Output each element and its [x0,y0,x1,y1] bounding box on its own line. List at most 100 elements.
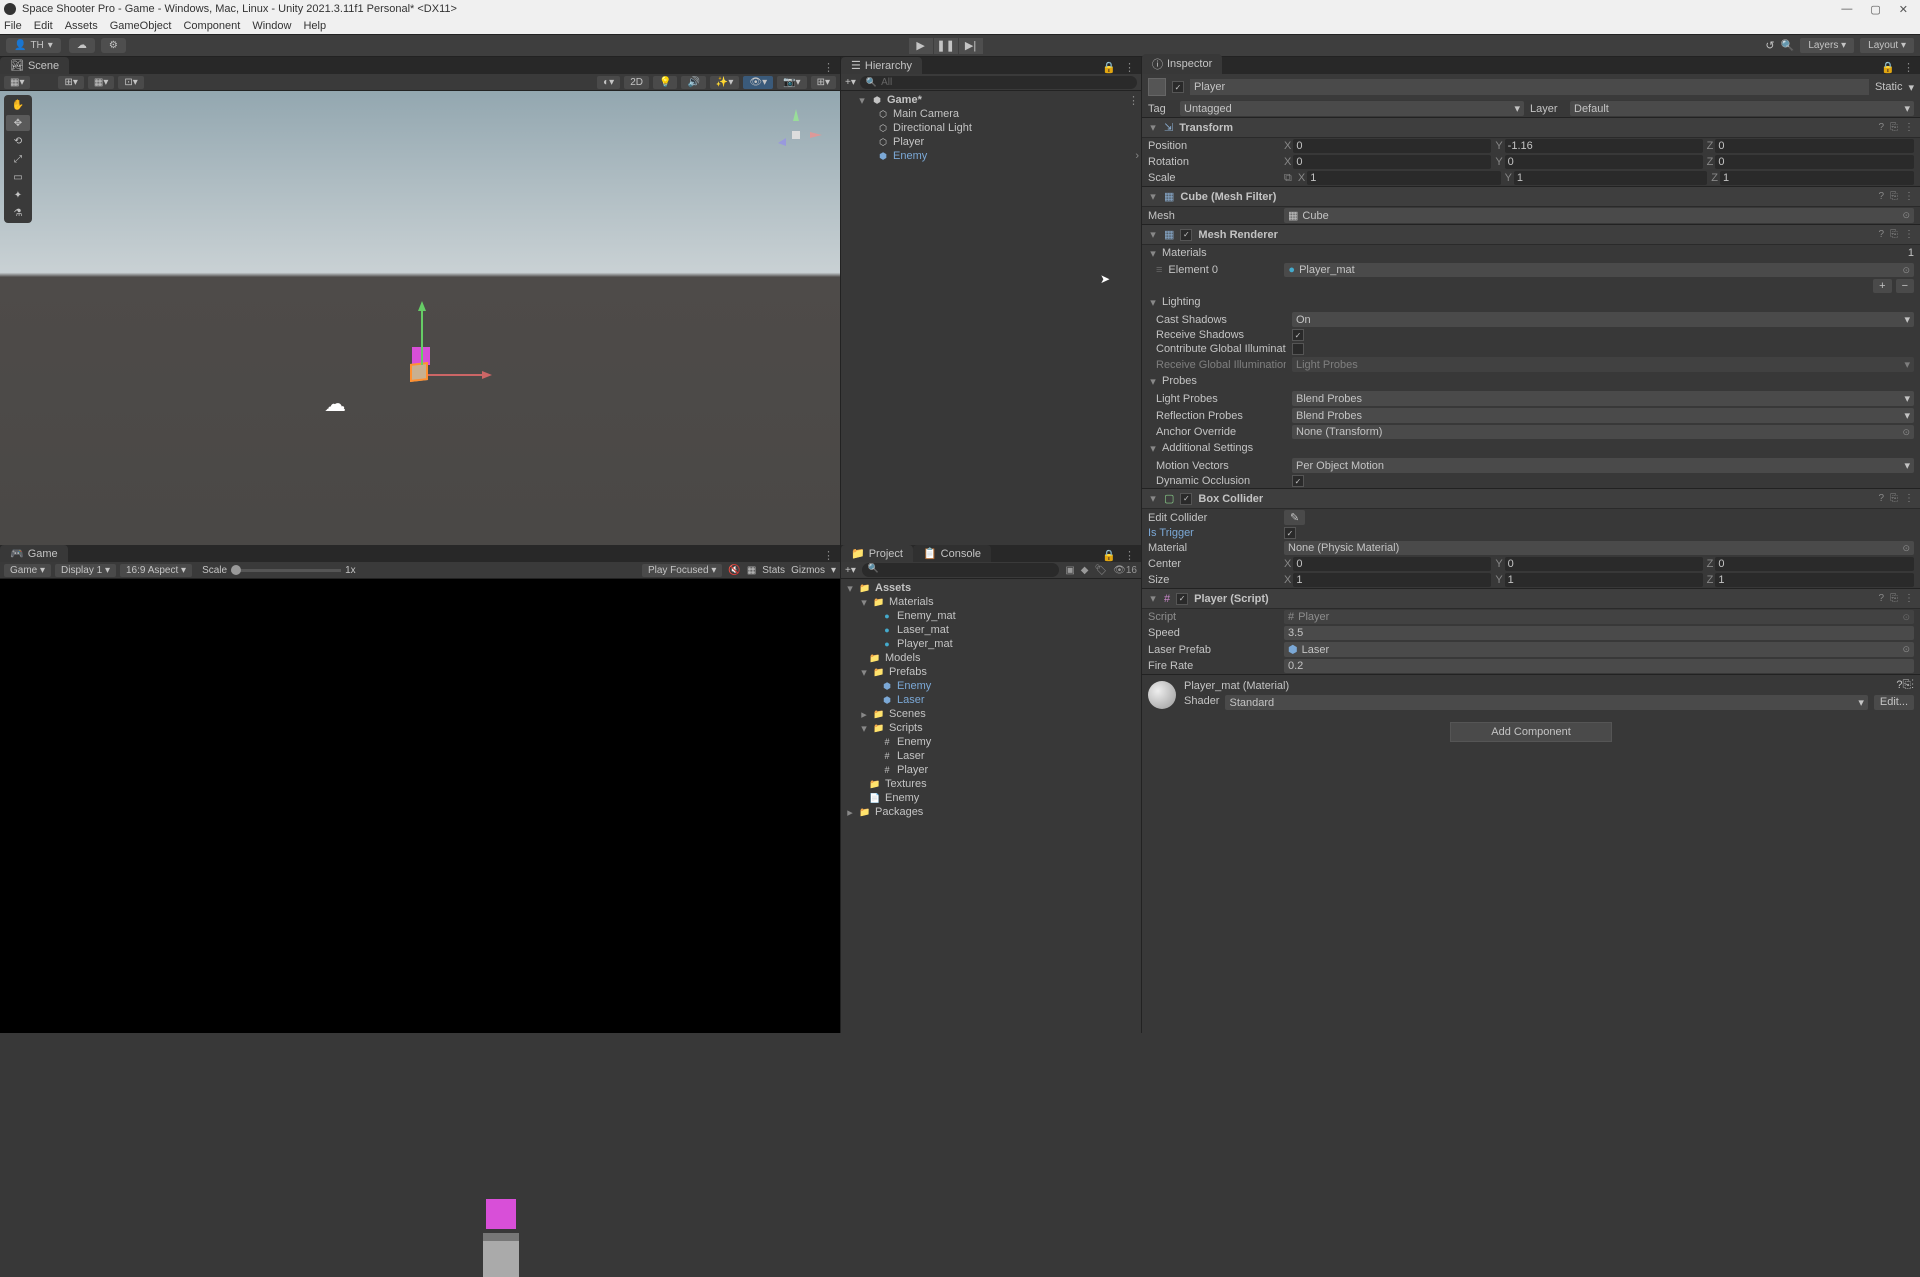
panel-menu-icon[interactable]: ⋮ [1124,61,1135,74]
create-dropdown[interactable]: +▾ [845,565,856,576]
transform-tool[interactable]: ✦ [6,187,30,203]
light-probes-dropdown[interactable]: Blend Probes▾ [1292,391,1914,406]
reflection-probes-dropdown[interactable]: Blend Probes▾ [1292,408,1914,423]
panel-lock-icon[interactable]: 🔒 [1102,61,1116,74]
center-x-field[interactable]: 0 [1293,557,1491,571]
component-meshfilter-header[interactable]: ▾▦ Cube (Mesh Filter) ?⎘⋮ [1142,186,1920,207]
menu-assets[interactable]: Assets [65,20,98,32]
object-picker-icon[interactable]: ⊙ [1902,644,1910,655]
position-x-field[interactable]: 0 [1293,139,1491,153]
custom-tool[interactable]: ⚗ [6,205,30,221]
size-x-field[interactable]: 1 [1293,573,1491,587]
audio-toggle[interactable]: 🔊 [681,76,705,89]
tab-console[interactable]: 📋 Console [913,545,991,562]
project-enemy-asset[interactable]: 📄Enemy [843,791,1139,805]
scene-viewport[interactable]: ✋ ✥ ⟲ ⤢ ▭ ✦ ⚗ ☁ [0,91,840,545]
project-models-folder[interactable]: 📁Models [843,651,1139,665]
component-transform-header[interactable]: ▾⇲ Transform ?⎘⋮ [1142,117,1920,138]
preset-icon[interactable]: ⎘ [1890,122,1898,133]
display-dropdown[interactable]: Display 1 ▾ [55,564,116,577]
help-icon[interactable]: ? [1878,191,1884,202]
firerate-field[interactable]: 0.2 [1284,659,1914,673]
object-picker-icon[interactable]: ⊙ [1902,265,1910,276]
tab-game[interactable]: 🎮 Game [0,545,68,562]
help-icon[interactable]: ? [1878,122,1884,133]
position-y-field[interactable]: -1.16 [1505,139,1703,153]
remove-material-button[interactable]: − [1896,279,1914,293]
scale-x-field[interactable]: 1 [1307,171,1500,185]
close-icon[interactable]: ✕ [1899,3,1908,16]
component-script-header[interactable]: ▾# ✓ Player (Script) ?⎘⋮ [1142,588,1920,609]
play-focused-dropdown[interactable]: Play Focused ▾ [642,564,722,577]
meshrenderer-enabled-checkbox[interactable]: ✓ [1180,229,1192,241]
foldout-icon[interactable]: ▾ [857,94,867,107]
project-script-player[interactable]: #Player [843,763,1139,777]
account-dropdown[interactable]: 👤 TH ▾ [6,38,61,53]
hierarchy-item-player[interactable]: ⬡ Player [843,135,1139,149]
component-boxcollider-header[interactable]: ▾▢ ✓ Box Collider ?⎘⋮ [1142,488,1920,509]
gameobject-name-field[interactable] [1190,79,1869,95]
material-preview-header[interactable]: Player_mat (Material) ?⎘⋮ Shader Standar… [1142,674,1920,714]
game-viewport[interactable] [0,579,840,1033]
rect-tool[interactable]: ▭ [6,169,30,185]
hand-tool[interactable]: ✋ [6,97,30,113]
boxcollider-enabled-checkbox[interactable]: ✓ [1180,493,1192,505]
hierarchy-item-main-camera[interactable]: ⬡ Main Camera [843,107,1139,121]
menu-file[interactable]: File [4,20,22,32]
tab-inspector[interactable]: ⓘ Inspector [1142,54,1222,74]
gameobject-active-checkbox[interactable]: ✓ [1172,81,1184,93]
speed-field[interactable]: 3.5 [1284,626,1914,640]
draw-mode-dropdown[interactable]: ▦▾ [4,76,30,89]
scale-tool[interactable]: ⤢ [6,151,30,167]
scale-z-field[interactable]: 1 [1720,171,1914,185]
move-tool[interactable]: ✥ [6,115,30,131]
mute-audio-icon[interactable]: 🔇 [728,565,740,576]
probes-section-label[interactable]: Probes [1162,375,1197,388]
vsync-icon[interactable]: ▦ [747,565,756,576]
receive-shadows-checkbox[interactable]: ✓ [1292,329,1304,341]
minimize-icon[interactable]: — [1841,3,1852,16]
constrain-proportions-icon[interactable]: ⧉ [1284,172,1292,185]
menu-help[interactable]: Help [303,20,326,32]
cast-shadows-dropdown[interactable]: On▾ [1292,312,1914,327]
hierarchy-scene-row[interactable]: ▾ ⬢ Game* ⋮ [843,93,1139,107]
step-button[interactable]: ▶| [959,38,983,54]
layer-dropdown[interactable]: Default▾ [1570,101,1914,116]
hierarchy-search[interactable]: All [881,77,892,88]
pause-button[interactable]: ❚❚ [934,38,958,54]
drag-handle-icon[interactable]: ≡ [1156,264,1162,276]
component-meshrenderer-header[interactable]: ▾▦ ✓ Mesh Renderer ?⎘⋮ [1142,224,1920,245]
tag-dropdown[interactable]: Untagged▾ [1180,101,1524,116]
prefab-open-icon[interactable]: › [1135,150,1139,162]
project-materials-folder[interactable]: ▾📁Materials [843,595,1139,609]
undo-history-icon[interactable]: ↺ [1765,39,1774,52]
laser-prefab-field[interactable]: ⬢Laser⊙ [1284,642,1914,657]
position-z-field[interactable]: 0 [1715,139,1914,153]
panel-lock-icon[interactable]: 🔒 [1881,61,1895,74]
camera-settings[interactable]: 📷▾ [777,76,806,89]
tab-hierarchy[interactable]: ☰ Hierarchy [841,57,922,74]
panel-lock-icon[interactable]: 🔒 [1102,549,1116,562]
element0-field[interactable]: ●Player_mat⊙ [1284,263,1914,277]
project-item-prefab-laser[interactable]: ⬢Laser [843,693,1139,707]
visibility-toggle[interactable]: 👁▾ [743,76,773,89]
rotation-z-field[interactable]: 0 [1715,155,1914,169]
lighting-toggle[interactable]: 💡 [653,76,677,89]
project-scripts-folder[interactable]: ▾📁Scripts [843,721,1139,735]
menu-edit[interactable]: Edit [34,20,53,32]
preset-icon[interactable]: ⎘ [1890,593,1898,604]
shading-button[interactable]: ◐▾ [597,76,620,89]
help-icon[interactable]: ? [1878,593,1884,604]
mesh-field[interactable]: ▦Cube⊙ [1284,208,1914,223]
project-item-prefab-enemy[interactable]: ⬢Enemy [843,679,1139,693]
search-by-type-icon[interactable]: ▣ [1065,565,1074,576]
menu-component[interactable]: Component [183,20,240,32]
snap-increment-button[interactable]: ▦▾ [88,76,114,89]
project-item-enemy-mat[interactable]: ●Enemy_mat [843,609,1139,623]
save-search-icon[interactable]: 🏷 [1094,565,1107,576]
layers-dropdown[interactable]: Layers ▾ [1800,38,1854,53]
project-scenes-folder[interactable]: ▸📁Scenes [843,707,1139,721]
additional-settings-label[interactable]: Additional Settings [1162,442,1253,455]
menu-icon[interactable]: ⋮ [1904,593,1914,604]
menu-icon[interactable]: ⋮ [1904,122,1914,133]
